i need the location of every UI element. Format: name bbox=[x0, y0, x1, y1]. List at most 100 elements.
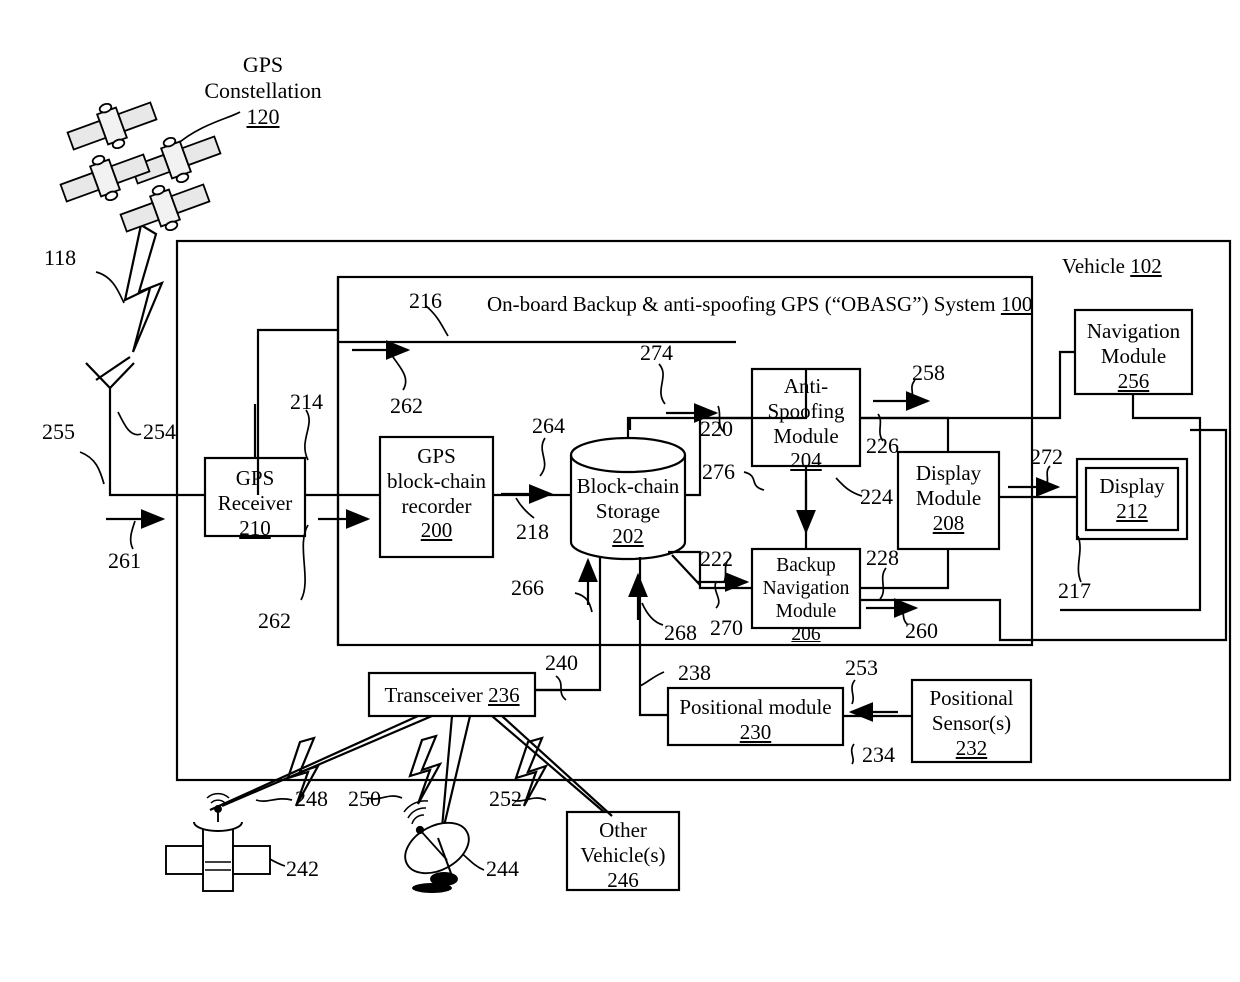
vehicle-label: Vehicle 102 bbox=[1062, 254, 1162, 279]
ref-228: 228 bbox=[866, 545, 899, 570]
leader-234 bbox=[850, 743, 855, 765]
antispoof-line2: Spoofing bbox=[767, 398, 845, 423]
leader-268 bbox=[641, 602, 664, 626]
leader-217 bbox=[1077, 535, 1082, 583]
displaymodule-line2: Module bbox=[915, 485, 982, 510]
vehicle-label-text: Vehicle bbox=[1062, 254, 1125, 278]
displaymodule-ref: 208 bbox=[932, 510, 965, 535]
antispoof-line1: Anti- bbox=[783, 374, 829, 398]
ref-222: 222 bbox=[700, 546, 733, 571]
leader-228 bbox=[879, 567, 887, 600]
display-label[interactable]: Display 212 bbox=[1086, 474, 1178, 524]
gps-receiver-line1: GPS bbox=[235, 466, 275, 490]
positional-module-ref: 230 bbox=[739, 719, 772, 744]
ref-258: 258 bbox=[912, 360, 945, 385]
ref-274: 274 bbox=[640, 340, 673, 365]
ref-238: 238 bbox=[678, 660, 711, 685]
gps-constellation-ref: 120 bbox=[246, 103, 280, 129]
obasg-title-text: On-board Backup & anti-spoofing GPS (“OB… bbox=[487, 292, 996, 316]
obasg-ref: 100 bbox=[1000, 292, 1033, 316]
possensor-line1: Positional bbox=[929, 686, 1014, 710]
navmodule-line1: Navigation bbox=[1086, 319, 1181, 343]
leader-238 bbox=[639, 671, 665, 687]
ref-218: 218 bbox=[516, 519, 549, 544]
communication-satellite-icon bbox=[165, 792, 271, 892]
storage-line1: Block-chain bbox=[576, 474, 680, 498]
gps-blockchain-recorder-label[interactable]: GPS block-chain recorder 200 bbox=[378, 444, 495, 543]
transceiver-label[interactable]: Transceiver 236 bbox=[369, 683, 535, 708]
ref-214: 214 bbox=[290, 389, 323, 414]
gps-receiver-label[interactable]: GPS Receiver 210 bbox=[205, 466, 305, 540]
ref-261: 261 bbox=[108, 548, 141, 573]
transceiver-text: Transceiver bbox=[384, 683, 483, 707]
leader-254 bbox=[117, 411, 142, 436]
recorder-line3: recorder bbox=[401, 493, 472, 518]
patent-figure: GPS Constellation 120 Vehicle 102 On-boa… bbox=[0, 0, 1240, 982]
recorder-ref: 200 bbox=[420, 518, 453, 543]
backupnav-line1: Backup bbox=[776, 555, 836, 576]
ref-272: 272 bbox=[1030, 444, 1063, 469]
leader-118 bbox=[95, 271, 125, 304]
storage-ref: 202 bbox=[612, 523, 644, 548]
vehicle-ref: 102 bbox=[1130, 254, 1162, 278]
leader-266 bbox=[574, 592, 593, 613]
ref-220: 220 bbox=[700, 416, 733, 441]
ref-248: 248 bbox=[295, 786, 328, 811]
navmodule-line2: Module bbox=[1100, 343, 1167, 368]
ref-262b: 262 bbox=[258, 608, 291, 633]
possensor-ref: 232 bbox=[955, 735, 988, 760]
ref-264: 264 bbox=[532, 413, 565, 438]
ref-270: 270 bbox=[710, 615, 743, 640]
rf-signal-lightning-icon-118 bbox=[123, 223, 165, 353]
recorder-line2: block-chain bbox=[386, 468, 487, 493]
anti-spoofing-module-label[interactable]: Anti- Spoofing Module 204 bbox=[750, 374, 862, 473]
display-module-label[interactable]: Display Module 208 bbox=[896, 461, 1001, 535]
ref-226: 226 bbox=[866, 433, 899, 458]
antispoof-ref: 204 bbox=[790, 448, 822, 473]
display-ref: 212 bbox=[1116, 498, 1148, 523]
obasg-system-title: On-board Backup & anti-spoofing GPS (“OB… bbox=[487, 292, 1032, 317]
ref-260: 260 bbox=[905, 618, 938, 643]
positional-module-label[interactable]: Positional module 230 bbox=[668, 695, 843, 745]
possensor-line2: Sensor(s) bbox=[931, 710, 1012, 735]
other-vehicles-label[interactable]: Other Vehicle(s) 246 bbox=[565, 818, 681, 892]
wire-antispoof-to-navmodule bbox=[860, 350, 1075, 420]
leader-276 bbox=[743, 471, 765, 491]
leader-224 bbox=[835, 477, 863, 497]
displaymodule-line1: Display bbox=[915, 461, 982, 485]
display-line1: Display bbox=[1099, 474, 1165, 498]
leader-214 bbox=[304, 409, 310, 461]
ref-276: 276 bbox=[702, 459, 735, 484]
leader-261 bbox=[129, 520, 136, 550]
leader-240 bbox=[555, 675, 567, 701]
ref-216: 216 bbox=[409, 288, 442, 313]
dipole-antenna-icon bbox=[85, 356, 135, 410]
blockchain-storage-label[interactable]: Block-chain Storage 202 bbox=[566, 474, 690, 548]
ref-118: 118 bbox=[44, 245, 77, 270]
othervehicles-line2: Vehicle(s) bbox=[580, 842, 666, 867]
ref-262a: 262 bbox=[390, 393, 423, 418]
backupnav-line3: Module bbox=[775, 601, 837, 622]
rf-signal-lightning-icon-250 bbox=[408, 734, 443, 805]
backup-navigation-module-label[interactable]: Backup Navigation Module 206 bbox=[748, 554, 864, 646]
ref-244: 244 bbox=[486, 856, 519, 881]
ref-254: 254 bbox=[143, 419, 176, 444]
storage-line2: Storage bbox=[595, 498, 661, 523]
leader-253 bbox=[851, 679, 856, 705]
ref-224: 224 bbox=[860, 484, 893, 509]
ref-253: 253 bbox=[845, 655, 878, 680]
ref-266: 266 bbox=[511, 575, 544, 600]
gps-constellation-line2: Constellation bbox=[204, 77, 322, 103]
leader-255 bbox=[79, 451, 105, 485]
ref-242: 242 bbox=[286, 856, 319, 881]
othervehicles-line1: Other bbox=[599, 818, 647, 842]
ref-240: 240 bbox=[545, 650, 578, 675]
ref-268: 268 bbox=[664, 620, 697, 645]
antispoof-line3: Module bbox=[773, 423, 839, 448]
positional-module-text: Positional module bbox=[679, 695, 832, 719]
navigation-module-label[interactable]: Navigation Module 256 bbox=[1073, 319, 1194, 393]
positional-sensors-label[interactable]: Positional Sensor(s) 232 bbox=[910, 686, 1033, 760]
satellite-dish-icon bbox=[403, 800, 470, 893]
backupnav-ref: 206 bbox=[791, 624, 821, 645]
backupnav-line2: Navigation bbox=[762, 578, 850, 599]
